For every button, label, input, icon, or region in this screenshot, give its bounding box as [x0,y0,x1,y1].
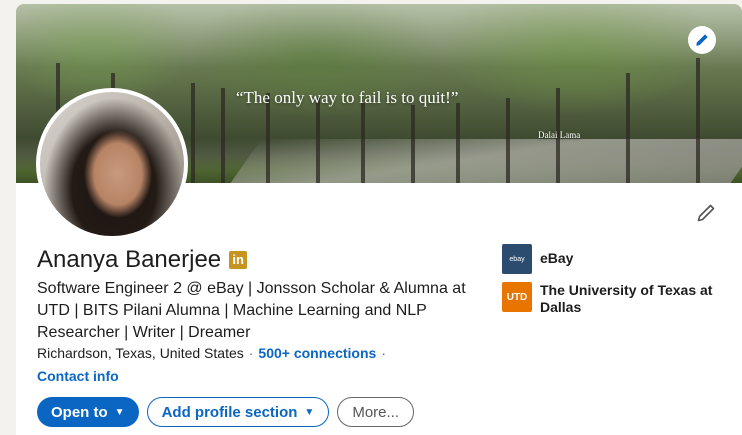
profile-actions: Open to ▼ Add profile section ▼ More... [37,397,415,427]
experience-name: eBay [540,250,574,266]
linkedin-badge-icon[interactable]: in [229,251,248,269]
caret-down-icon: ▼ [304,406,315,418]
open-to-button[interactable]: Open to ▼ [37,397,139,427]
banner-tree [316,98,320,183]
more-button[interactable]: More... [337,397,415,427]
experience-item-ebay[interactable]: ebay eBay [502,244,720,274]
add-profile-section-button[interactable]: Add profile section ▼ [146,397,330,427]
banner-tree [456,103,460,183]
banner-tree [506,98,510,183]
separator: · [381,345,386,361]
edit-intro-button[interactable] [694,201,718,225]
add-section-label: Add profile section [161,403,298,421]
banner-tree [411,105,415,183]
open-to-label: Open to [51,403,108,421]
contact-info-link[interactable]: Contact info [37,368,119,384]
banner-path [230,139,742,183]
banner-quote-author: Dalai Lama [538,130,581,140]
edit-banner-button[interactable] [688,26,716,54]
experience-name: The University of Texas at Dallas [540,282,713,315]
experience-item-utd[interactable]: UTD The University of Texas at Dallas [502,282,720,316]
profile-avatar[interactable] [36,88,188,240]
banner-tree [696,58,700,183]
utd-logo-icon: UTD [502,282,532,312]
banner-tree [626,73,630,183]
profile-location: Richardson, Texas, United States [37,345,244,361]
profile-headline: Software Engineer 2 @ eBay | Jonsson Sch… [37,280,466,341]
pencil-icon [697,204,715,222]
caret-down-icon: ▼ [114,406,125,418]
connections-link[interactable]: 500+ connections [258,345,376,361]
name-row: Ananya Banerjee in [37,246,248,274]
profile-name: Ananya Banerjee [37,246,222,273]
banner-tree [361,103,365,183]
banner-tree [191,83,195,183]
pencil-icon [696,34,708,46]
ebay-logo-icon: ebay [502,244,532,274]
banner-quote: “The only way to fail is to quit!” [236,88,459,107]
location-row: Richardson, Texas, United States · 500+ co… [37,345,391,361]
profile-card: “The only way to fail is to quit!” Dalai… [16,4,742,435]
banner-tree [221,88,225,183]
more-label: More... [352,403,400,421]
separator: · [248,345,254,361]
